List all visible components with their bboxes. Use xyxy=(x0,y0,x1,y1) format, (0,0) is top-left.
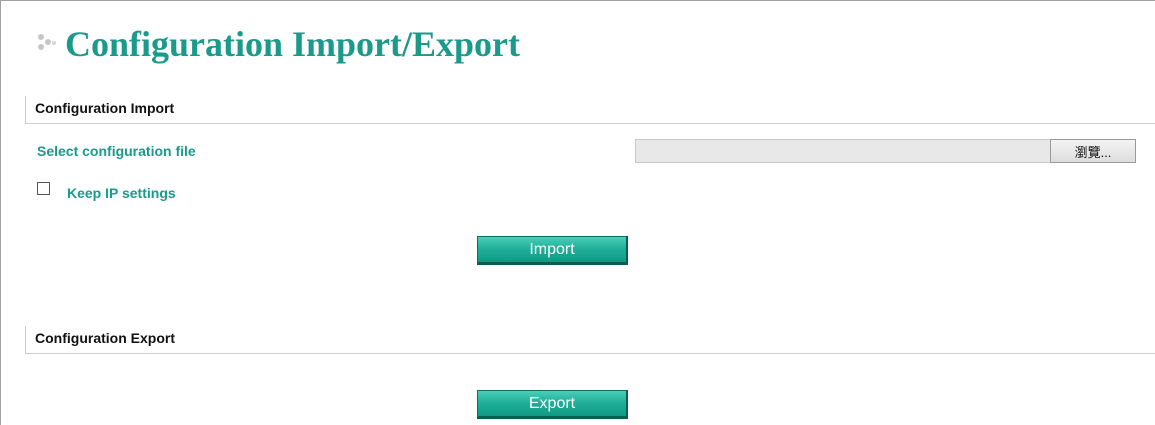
select-file-label: Select configuration file xyxy=(37,143,196,159)
dots-bullet-icon xyxy=(37,31,63,57)
page-title-text: Configuration Import/Export xyxy=(65,24,521,64)
file-path-field[interactable] xyxy=(635,139,1050,163)
browse-button[interactable]: 瀏覽... xyxy=(1050,139,1136,163)
page-title: Configuration Import/Export xyxy=(37,26,520,62)
import-section-header: Configuration Import xyxy=(25,96,1155,124)
keep-ip-checkbox[interactable] xyxy=(37,182,50,195)
export-section-title: Configuration Export xyxy=(35,330,175,346)
export-button[interactable]: Export xyxy=(477,390,628,419)
import-section-title: Configuration Import xyxy=(35,100,175,116)
keep-ip-label: Keep IP settings xyxy=(67,185,176,201)
import-button[interactable]: Import xyxy=(477,236,628,265)
config-file-input[interactable]: 瀏覽... xyxy=(635,139,1136,163)
export-section-header: Configuration Export xyxy=(25,326,1155,354)
